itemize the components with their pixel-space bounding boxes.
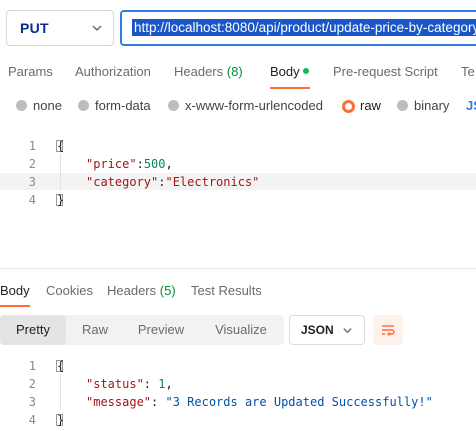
line-number: 2 [28,377,36,391]
tab-pre-request-script[interactable]: Pre-request Script [333,64,438,79]
wrap-lines-button[interactable] [373,315,403,345]
radio-raw[interactable] [342,100,355,113]
method-label: PUT [20,20,49,36]
tab-authorization[interactable]: Authorization [75,64,151,79]
line-number: 4 [28,193,36,207]
status-key: "status" [86,377,144,391]
response-active-tab-indicator [0,305,30,307]
url-text: http://localhost:8080/api/product/update… [132,19,476,36]
message-key: "message" [86,395,152,409]
chevron-down-icon [92,25,102,32]
active-tab-indicator [270,87,310,89]
view-pretty-button[interactable]: Pretty [0,315,66,345]
body-language-select[interactable]: JS [466,98,476,113]
radio-x-www-form-urlencoded-label[interactable]: x-www-form-urlencoded [185,98,323,113]
response-tab-headers-count: (5) [159,283,176,298]
radio-none-label[interactable]: none [33,98,62,113]
tab-headers-label: Headers [174,64,224,79]
radio-form-data[interactable] [78,100,89,111]
radio-form-data-label[interactable]: form-data [95,98,151,113]
indent-guide [60,374,61,410]
tab-headers[interactable]: Headers (8) [174,64,243,79]
indent-guide [60,154,61,191]
response-format-select[interactable]: JSON [289,315,365,345]
code-line-status: "status": 1, [86,377,173,391]
radio-binary-label[interactable]: binary [414,98,449,113]
category-value: "Electronics" [165,175,260,189]
line-number: 1 [28,359,36,373]
view-raw-button[interactable]: Raw [66,315,124,345]
price-key: "price" [86,157,137,171]
response-tab-headers[interactable]: Headers (5) [107,283,176,298]
radio-none[interactable] [16,100,27,111]
open-brace: { [57,139,65,153]
line-number: 2 [28,157,36,171]
radio-binary[interactable] [397,100,408,111]
code-line-price: "price":500, [86,157,173,171]
category-key: "category" [86,175,159,189]
close-brace: } [57,193,65,207]
response-tab-body[interactable]: Body [0,283,30,298]
code-line-category: "category":"Electronics" [86,175,260,189]
body-modified-dot [303,68,309,74]
response-tab-test-results[interactable]: Test Results [191,283,262,298]
response-tab-cookies[interactable]: Cookies [46,283,93,298]
view-visualize-button[interactable]: Visualize [198,315,284,345]
method-select[interactable]: PUT [6,10,114,46]
view-preview-button[interactable]: Preview [124,315,198,345]
response-format-label: JSON [301,323,334,337]
tab-headers-count: (8) [226,64,243,79]
price-value: 500 [143,157,166,171]
chevron-down-icon [343,328,352,334]
close-brace: } [57,413,65,427]
message-value: "3 Records are Updated Successfully!" [165,395,433,409]
open-brace: { [57,359,65,373]
radio-raw-label[interactable]: raw [360,98,381,113]
line-number: 1 [28,139,36,153]
tab-body[interactable]: Body [270,64,300,79]
code-line-message: "message": "3 Records are Updated Succes… [86,395,433,409]
tab-params[interactable]: Params [8,64,53,79]
pane-divider[interactable] [0,268,476,269]
tab-tests[interactable]: Te [461,64,475,79]
url-input[interactable]: http://localhost:8080/api/product/update… [120,10,476,46]
line-number: 4 [28,413,36,427]
response-tab-headers-label: Headers [107,283,157,298]
line-number: 3 [28,395,36,409]
line-number: 3 [28,175,36,189]
wrap-lines-icon [382,325,395,336]
radio-x-www-form-urlencoded[interactable] [168,100,179,111]
